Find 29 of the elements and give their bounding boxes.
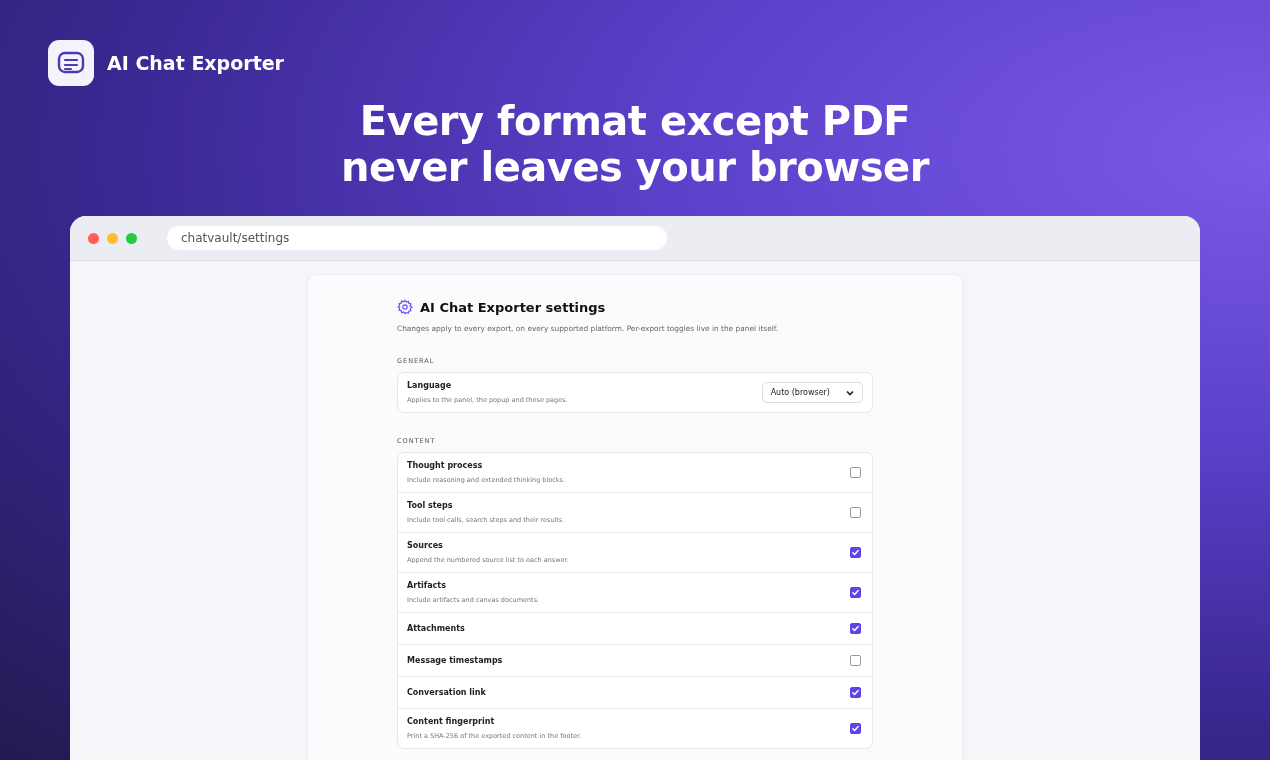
setting-label: Conversation link [407,688,486,697]
setting-label: Content fingerprint [407,717,496,726]
setting-label: Thought process [407,461,484,470]
setting-label: Sources [407,541,444,550]
language-select[interactable]: Auto (browser) [761,382,863,403]
headline-text: Every format except PDF [359,98,911,144]
app-name: AI Chat Exporter [107,52,284,74]
setting-label: Attachments [407,624,465,633]
minimize-dot-icon[interactable] [107,232,118,244]
setting-label: Message timestamps [407,656,503,665]
maximize-dot-icon[interactable] [126,232,137,244]
caret-icon [846,389,854,396]
settings-title: AI Chat Exporter settings [420,299,606,315]
setting-label: Artifacts [407,581,447,590]
checkbox[interactable] [850,547,861,558]
checkbox[interactable] [850,587,861,598]
checkbox[interactable] [850,723,861,734]
setting-label: Tool steps [407,501,454,510]
settings-icon [397,299,413,315]
checkbox[interactable] [850,467,861,478]
checkbox[interactable] [850,623,861,634]
checkbox[interactable] [850,655,861,666]
setting-label: Language [407,381,453,390]
close-dot-icon[interactable] [88,232,99,244]
headline-text: never leaves your browser [341,144,929,190]
app-logo-icon [48,40,94,86]
checkbox[interactable] [850,507,861,518]
address-bar[interactable]: chatvault/settings [167,226,667,250]
checkbox[interactable] [850,687,861,698]
